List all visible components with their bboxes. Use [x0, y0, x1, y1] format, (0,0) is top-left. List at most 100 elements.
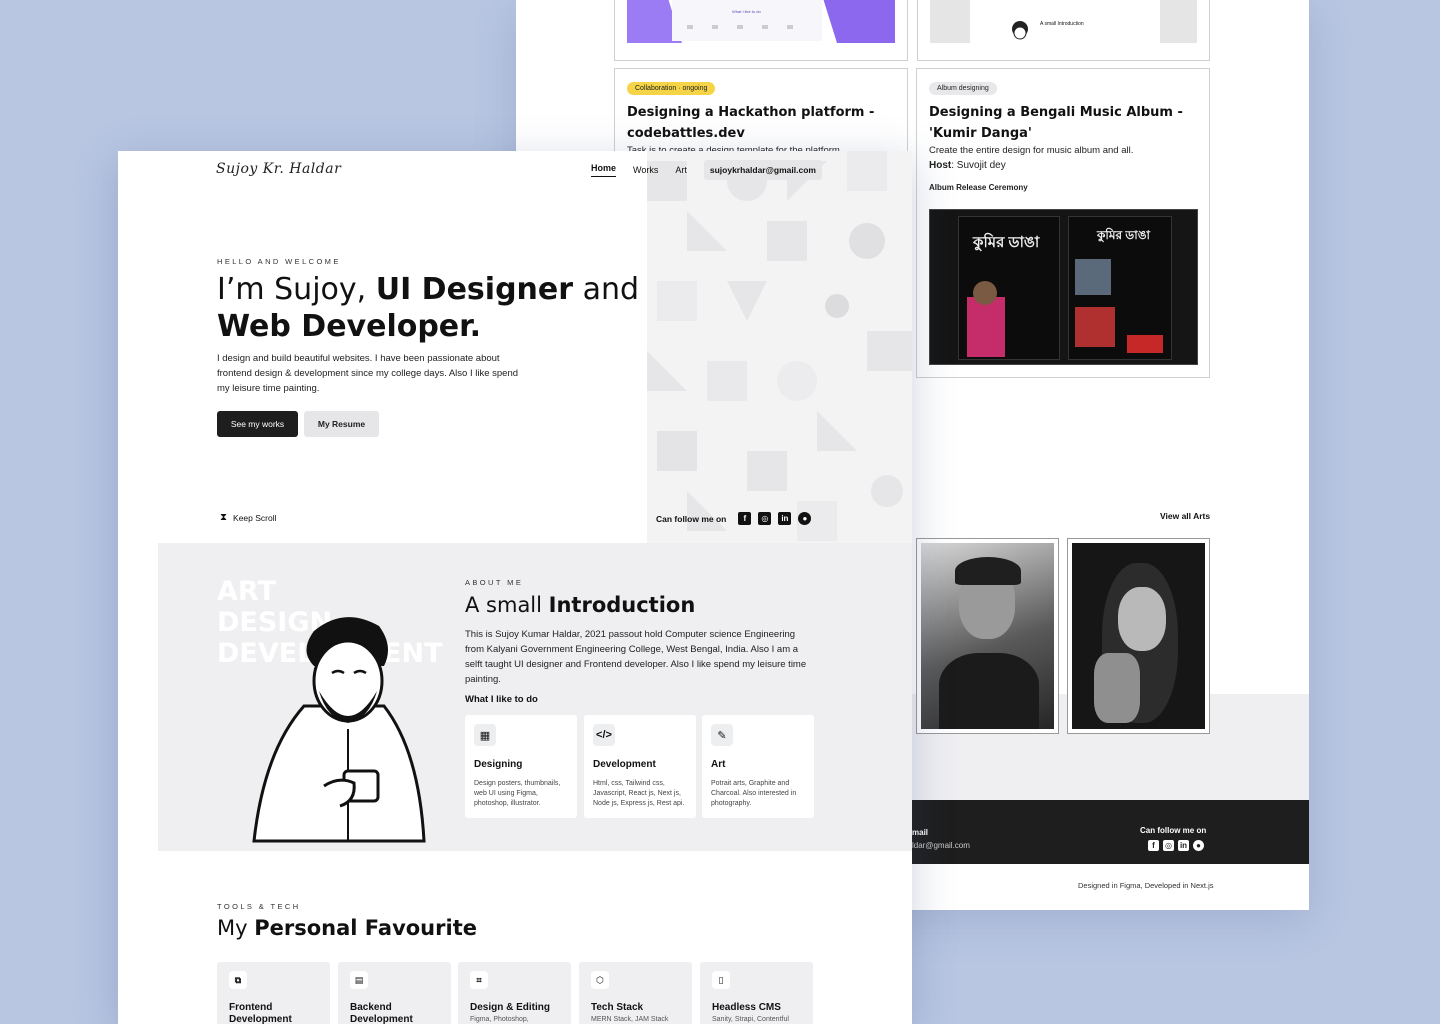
keep-scroll[interactable]: ⧗ Keep Scroll [220, 512, 277, 523]
avatar-sketch-icon [1012, 21, 1028, 40]
cube-icon: ⬡ [591, 971, 609, 989]
see-works-button[interactable]: See my works [217, 411, 298, 437]
tool-title: Frontend Development [229, 1002, 292, 1024]
database-icon: ▤ [350, 971, 368, 989]
instagram-icon[interactable]: ◎ [758, 512, 772, 525]
tools-title-bold: Personal Favourite [254, 916, 477, 940]
frame-icon: ⌗ [470, 971, 488, 989]
project-card-album[interactable]: Album designing Designing a Bengali Musi… [916, 68, 1210, 378]
linkedin-icon[interactable]: in [1178, 840, 1189, 851]
about-title: A small Introduction [465, 593, 695, 617]
tool-title: Backend Development [350, 1002, 413, 1024]
status-badge: Collaboration · ongoing [627, 82, 716, 95]
skill-desc: Potrait arts, Graphite and Charcoal. Als… [711, 780, 797, 807]
footer-email[interactable]: ldar@gmail.com [912, 841, 970, 850]
thumb-heading: What I like to do [732, 9, 761, 14]
facebook-icon[interactable]: f [1148, 840, 1159, 851]
tool-title: Design & Editing [470, 1002, 550, 1013]
hero-title-pre: I’m Sujoy, [217, 272, 376, 307]
tool-desc: Sanity, Strapi, Contentful [712, 1016, 789, 1023]
ceremony-label: Album Release Ceremony [929, 183, 1028, 192]
about-subheading: What I like to do [465, 694, 538, 705]
about-section: ART DESIGN DEVELOPMENT ABOUT ME A small … [158, 543, 912, 851]
art-portrait-male[interactable] [916, 538, 1059, 734]
skill-card-designing[interactable]: ▦ Designing Design posters, thumbnails, … [465, 715, 577, 818]
tool-desc: MERN Stack, JAM Stack [591, 1016, 669, 1023]
tools-eyebrow: TOOLS & TECH [217, 902, 301, 911]
hero-title-mid: and [573, 272, 640, 307]
about-title-pre: A small [465, 593, 549, 617]
tool-card-frontend[interactable]: ⧉ Frontend Development [217, 962, 330, 1024]
hero-title-bold1: UI Designer [375, 272, 574, 307]
host-name: : Suvojit dey [951, 160, 1006, 171]
project-thumbnail: What I like to do [627, 0, 895, 43]
about-title-bold: Introduction [548, 593, 696, 617]
about-paragraph: This is Sujoy Kumar Haldar, 2021 passout… [465, 629, 807, 685]
footer-credit: Designed in Figma, Developed in Next.js [1078, 881, 1214, 890]
art-portrait-female[interactable] [1067, 538, 1210, 734]
footer-email-label: mail [912, 828, 929, 837]
skill-card-art[interactable]: ✎ Art Potrait arts, Graphite and Charcoa… [702, 715, 814, 818]
tool-title: Headless CMS [712, 1002, 781, 1013]
nav-email-button[interactable]: sujoykrhaldar@gmail.com [703, 160, 822, 180]
portrait-image [1072, 543, 1205, 729]
hero-follow: Can follow me on f ◎ in ● [656, 512, 812, 525]
tool-card-cms[interactable]: ▯ Headless CMS Sanity, Strapi, Contentfu… [700, 962, 813, 1024]
skill-card-development[interactable]: </> Development Html, css, Tailwind css,… [584, 715, 696, 818]
hero-title-bold2: Web Developer. [217, 309, 482, 344]
portrait-image [921, 543, 1054, 729]
category-badge: Album designing [929, 82, 997, 95]
tool-card-techstack[interactable]: ⬡ Tech Stack MERN Stack, JAM Stack [579, 962, 692, 1024]
host-label: Host [929, 160, 952, 171]
nav-home[interactable]: Home [591, 163, 617, 177]
layers-icon: ⧉ [229, 971, 247, 989]
purple-thumbnail-image [627, 0, 895, 43]
site-logo[interactable]: Sujoy Kr. Haldar [216, 161, 341, 177]
github-icon[interactable]: ● [1193, 840, 1204, 851]
footer-social-icons: f ◎ in ● [1148, 840, 1204, 851]
project-title: Designing a Bengali Music Album - 'Kumir… [929, 105, 1183, 141]
tool-card-design[interactable]: ⌗ Design & Editing Figma, Photoshop, [458, 962, 571, 1024]
linkedin-icon[interactable]: in [778, 512, 792, 525]
project-title: Designing a Hackathon platform - codebat… [627, 105, 875, 141]
project-host: Host: Suvojit dey [929, 160, 1006, 171]
follow-label: Can follow me on [656, 513, 727, 524]
tool-desc: Figma, Photoshop, [470, 1016, 529, 1023]
skill-title: Art [711, 759, 726, 770]
hero-title: I’m Sujoy, UI Designer and Web Developer… [217, 271, 639, 345]
instagram-icon[interactable]: ◎ [1163, 840, 1174, 851]
poster-right: কুমির ডাঙা [1068, 216, 1172, 360]
front-page-preview: Sujoy Kr. Haldar Home Works Art sujoykrh… [118, 151, 912, 1024]
hero-paragraph: I design and build beautiful websites. I… [217, 353, 519, 394]
nav-works[interactable]: Works [633, 165, 658, 175]
footer-follow-label: Can follow me on [1140, 826, 1207, 835]
project-description: Create the entire design for music album… [929, 145, 1134, 156]
skill-title: Development [593, 759, 656, 770]
main-nav: Home Works Art sujoykrhaldar@gmail.com [591, 160, 822, 180]
tools-title: My Personal Favourite [217, 916, 477, 940]
tool-title: Tech Stack [591, 1002, 644, 1013]
skill-desc: Html, css, Tailwind css, Javascript, Rea… [593, 780, 685, 807]
poster-left: কুমির ডাঙা [958, 216, 1060, 360]
hero-eyebrow: HELLO AND WELCOME [217, 257, 341, 266]
facebook-icon[interactable]: f [738, 512, 752, 525]
view-all-arts-link[interactable]: View all Arts [1160, 511, 1210, 521]
palette-icon: ▦ [474, 724, 496, 746]
geometric-pattern [647, 151, 912, 541]
skill-desc: Design posters, thumbnails, web UI using… [474, 780, 561, 807]
project-thumbnail: A small Introduction [930, 0, 1197, 43]
book-icon: ▯ [712, 971, 730, 989]
avatar-illustration [252, 617, 426, 843]
resume-button[interactable]: My Resume [304, 411, 379, 437]
tool-card-backend[interactable]: ▤ Backend Development [338, 962, 451, 1024]
nav-art[interactable]: Art [675, 165, 687, 175]
poster-title: কুমির ডাঙা [1097, 228, 1151, 242]
hero-pattern-decoration [647, 151, 912, 543]
tools-title-pre: My [217, 916, 255, 940]
project-card-top-left[interactable]: What I like to do [614, 0, 908, 61]
project-card-top-right[interactable]: A small Introduction [917, 0, 1210, 61]
album-poster-image: কুমির ডাঙা কুমির ডাঙা [929, 209, 1198, 365]
skill-title: Designing [474, 759, 523, 770]
ghost-word: ART [217, 576, 276, 607]
github-icon[interactable]: ● [798, 512, 812, 525]
